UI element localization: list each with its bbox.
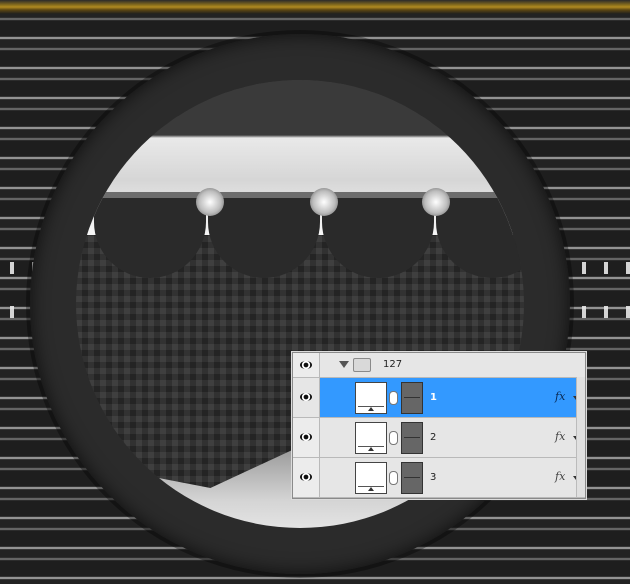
expand-triangle-icon[interactable]	[339, 361, 349, 368]
eye-icon[interactable]	[300, 361, 312, 369]
fx-icon[interactable]: fx	[555, 390, 565, 403]
lens-scallop	[208, 198, 320, 278]
lens-bump	[196, 188, 224, 216]
layer-mask-thumbnail[interactable]	[401, 382, 423, 414]
scrollbar[interactable]	[576, 377, 585, 497]
chain-link-icon[interactable]	[389, 431, 398, 445]
layer-group-row[interactable]: 127	[293, 353, 585, 378]
layer-thumbnail[interactable]	[355, 462, 387, 494]
eye-icon[interactable]	[300, 433, 312, 441]
layer-row[interactable]: 3 fx	[293, 458, 585, 498]
fx-icon[interactable]: fx	[555, 470, 565, 483]
layer-thumbnail[interactable]	[355, 422, 387, 454]
chain-link-icon[interactable]	[389, 391, 398, 405]
layer-mask-thumbnail[interactable]	[401, 462, 423, 494]
visibility-column	[293, 378, 320, 417]
layer-thumbnail[interactable]	[355, 382, 387, 414]
lens-scallop	[436, 198, 524, 278]
layer-name[interactable]: 2	[430, 432, 436, 443]
layers-panel: 127 1 fx 2 fx 3 fx	[292, 352, 586, 499]
eye-icon[interactable]	[300, 393, 312, 401]
eye-icon[interactable]	[300, 473, 312, 481]
visibility-column	[293, 353, 320, 377]
layer-name[interactable]: 1	[430, 392, 437, 403]
visibility-column	[293, 458, 320, 497]
group-name: 127	[383, 359, 403, 370]
layer-row[interactable]: 1 fx	[293, 378, 585, 418]
lens-bump	[422, 188, 450, 216]
chain-link-icon[interactable]	[389, 471, 398, 485]
fx-icon[interactable]: fx	[555, 430, 565, 443]
folder-icon	[353, 358, 371, 372]
visibility-column	[293, 418, 320, 457]
layer-name[interactable]: 3	[430, 472, 436, 483]
layer-mask-thumbnail[interactable]	[401, 422, 423, 454]
lens-scallop	[322, 198, 434, 278]
lens-bump	[310, 188, 338, 216]
background-gold-stripe	[0, 0, 630, 14]
layer-row[interactable]: 2 fx	[293, 418, 585, 458]
lens-scallop	[94, 198, 206, 278]
